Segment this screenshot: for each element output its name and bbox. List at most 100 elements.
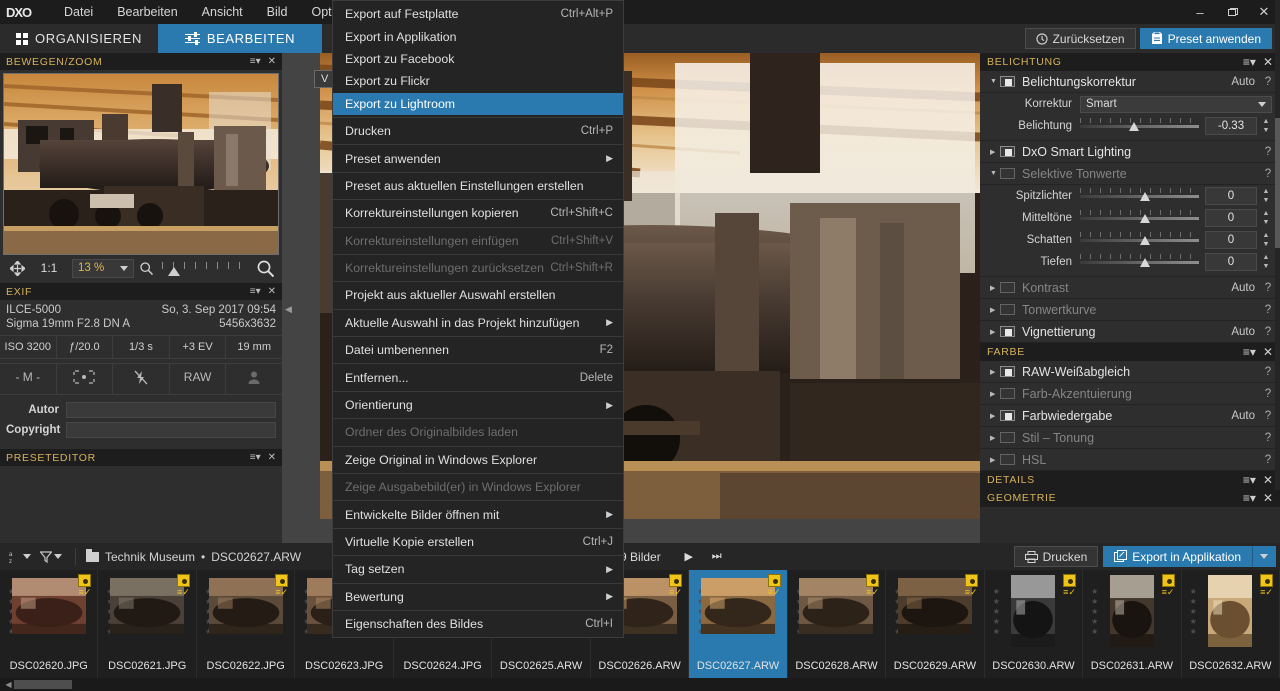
tool-row-belichtungskorrektur[interactable]: ▼ Belichtungskorrektur Auto? — [980, 71, 1280, 93]
context-menu-item-korrektureinstellungen-kopieren[interactable]: Korrektureinstellungen kopieren Ctrl+Shif… — [333, 202, 623, 224]
help-icon[interactable]: ? — [1264, 410, 1272, 422]
section-header-belichtung[interactable]: BELICHTUNG ≡▾ ✕ — [980, 53, 1280, 71]
menu-datei[interactable]: Datei — [52, 0, 105, 24]
panel-menu-icon[interactable]: ≡▾ — [250, 452, 261, 463]
close-icon[interactable]: ✕ — [1263, 473, 1273, 487]
chevron-right-icon[interactable]: ▶ — [990, 412, 1000, 420]
value-schatten[interactable]: 0 — [1205, 231, 1257, 249]
exif-header[interactable]: EXIF ≡▾ ✕ — [0, 283, 282, 300]
spinner-down-icon[interactable]: ▼ — [1263, 263, 1270, 270]
filmstrip-thumbnail[interactable]: ★★★★★≡✓DSC02627.ARW — [689, 570, 788, 678]
filmstrip-thumbnail[interactable]: ★★★★★≡✓DSC02621.JPG — [98, 570, 197, 678]
help-icon[interactable]: ? — [1264, 388, 1272, 400]
section-header-geometrie[interactable]: GEOMETRIE ≡▾ ✕ — [980, 489, 1280, 507]
filmstrip-thumbnail[interactable]: ★★★★★≡✓DSC02622.JPG — [197, 570, 296, 678]
export-application-button[interactable]: Export in Applikation — [1103, 546, 1252, 567]
value-mittelt-ne[interactable]: 0 — [1205, 209, 1257, 227]
help-icon[interactable]: ? — [1264, 168, 1272, 180]
context-menu[interactable]: Export auf Festplatte Ctrl+Alt+P Export in… — [332, 0, 624, 639]
context-menu-item-bewertung[interactable]: Bewertung ▶ — [333, 586, 623, 608]
print-button[interactable]: Drucken — [1013, 546, 1099, 567]
toggle-checkbox-hsl[interactable] — [1000, 454, 1015, 465]
tool-row-farbwiedergabe[interactable]: ▶ Farbwiedergabe Auto? — [980, 405, 1280, 427]
filter-icon[interactable] — [37, 549, 65, 565]
panel-menu-icon[interactable]: ≡▾ — [1243, 491, 1256, 505]
help-icon[interactable]: ? — [1264, 326, 1272, 338]
chevron-right-icon[interactable]: ▶ — [990, 390, 1000, 398]
breadcrumb-file[interactable]: DSC02627.ARW — [211, 550, 301, 564]
help-icon[interactable]: ? — [1264, 146, 1272, 158]
help-icon[interactable]: ? — [1264, 76, 1272, 88]
spinner-down-icon[interactable]: ▼ — [1263, 197, 1270, 204]
spinner-down-icon[interactable]: ▼ — [1263, 219, 1270, 226]
help-icon[interactable]: ? — [1264, 454, 1272, 466]
filmstrip-thumbnail[interactable]: ★ ★ ★ ★ ★ ≡✓ DSC02632.ARW — [1182, 570, 1280, 678]
breadcrumb[interactable]: Technik Museum • DSC02627.ARW — [86, 548, 301, 564]
context-menu-item-export-zu-facebook[interactable]: Export zu Facebook — [333, 48, 623, 70]
slider-knob[interactable] — [1128, 122, 1139, 131]
filmstrip[interactable]: ★★★★★ ≡✓ DSC02620.JPG ★★★★★ ≡✓ DSC02621.JPG ★★… — [0, 570, 1280, 678]
export-dropdown-button[interactable] — [1252, 546, 1276, 567]
navigator-zoom-select[interactable]: 13 % — [72, 258, 134, 278]
nav-last-button[interactable]: ⏭ — [703, 546, 731, 568]
toggle-checkbox-belichtungskorrektur[interactable] — [1000, 76, 1015, 87]
context-menu-item-tag-setzen[interactable]: Tag setzen ▶ — [333, 558, 623, 580]
tool-row-hsl[interactable]: ▶ HSL? — [980, 449, 1280, 471]
tool-row-farb-akzentuierung[interactable]: ▶ Farb-Akzentuierung? — [980, 383, 1280, 405]
filmstrip-thumbnail[interactable]: ★★★★★≡✓DSC02620.JPG — [0, 570, 99, 678]
context-menu-item-aktuelle-auswahl-in-das-projekt-hinzuf-gen[interactable]: Aktuelle Auswahl in das Projekt hinzufüg… — [333, 312, 623, 334]
spinner-up-icon[interactable]: ▲ — [1263, 188, 1270, 195]
spinner-up-icon[interactable]: ▲ — [1263, 210, 1270, 217]
filmstrip-thumbnail[interactable]: ★★★★★≡✓DSC02628.ARW — [788, 570, 887, 678]
toggle-checkbox-selektive-tonwerte[interactable] — [1000, 168, 1015, 179]
close-icon[interactable]: ✕ — [1263, 345, 1273, 359]
tab-organisieren[interactable]: ORGANISIEREN — [0, 24, 158, 53]
spinner-up-icon[interactable]: ▲ — [1263, 254, 1270, 261]
context-menu-item-drucken[interactable]: Drucken Ctrl+P — [333, 120, 623, 142]
combo-korrektur[interactable]: Smart — [1080, 95, 1272, 113]
chevron-right-icon[interactable]: ▶ — [990, 284, 1000, 292]
preseteditor-header[interactable]: PRESETEDITOR ≡▾ ✕ — [0, 449, 282, 466]
slider-tiefen[interactable] — [1080, 252, 1199, 272]
toggle-checkbox-dxo-smart-lighting[interactable] — [1000, 146, 1015, 157]
author-input[interactable] — [66, 402, 276, 418]
section-header-details[interactable]: DETAILS ≡▾ ✕ — [980, 471, 1280, 489]
toggle-checkbox-vignettierung[interactable] — [1000, 326, 1015, 337]
chevron-right-icon[interactable]: ▶ — [990, 148, 1000, 156]
spinner-up-icon[interactable]: ▲ — [1263, 118, 1270, 125]
chevron-right-icon[interactable]: ▶ — [990, 434, 1000, 442]
help-icon[interactable]: ? — [1264, 282, 1272, 294]
spinner-schatten[interactable]: ▲ ▼ — [1260, 232, 1272, 248]
slider-spitzlichter[interactable] — [1080, 186, 1199, 206]
apply-preset-button[interactable]: Preset anwenden — [1139, 28, 1272, 49]
close-icon[interactable]: ✕ — [268, 452, 276, 463]
tool-row-vignettierung[interactable]: ▶ Vignettierung Auto? — [980, 321, 1280, 343]
chevron-right-icon[interactable]: ▶ — [990, 456, 1000, 464]
nav-next-button[interactable]: ▶ — [675, 546, 703, 568]
context-menu-item-preset-anwenden[interactable]: Preset anwenden ▶ — [333, 147, 623, 169]
spinner-down-icon[interactable]: ▼ — [1263, 241, 1270, 248]
tool-row-selektive-tonwerte[interactable]: ▼ Selektive Tonwerte? — [980, 163, 1280, 185]
minimize-button[interactable]: – — [1184, 0, 1216, 24]
zoom-out-icon[interactable] — [134, 258, 158, 278]
hand-move-icon[interactable] — [4, 258, 30, 278]
slider-mittelt-ne[interactable] — [1080, 208, 1199, 228]
bewegen-zoom-header[interactable]: BEWEGEN/ZOOM ≡▾ ✕ — [0, 53, 282, 70]
zoom-slider-knob[interactable] — [168, 267, 180, 276]
rating-stars[interactable]: ★★★★★ — [993, 588, 1000, 636]
maximize-button[interactable] — [1216, 0, 1248, 24]
slider-belichtung[interactable] — [1080, 116, 1199, 136]
filmstrip-scrollbar-thumb[interactable] — [14, 680, 72, 689]
slider-schatten[interactable] — [1080, 230, 1199, 250]
context-menu-item-export-in-applikation[interactable]: Export in Applikation — [333, 25, 623, 47]
menu-bild[interactable]: Bild — [255, 0, 300, 24]
spinner-belichtung[interactable]: ▲ ▼ — [1260, 118, 1272, 134]
context-menu-item-export-zu-flickr[interactable]: Export zu Flickr — [333, 70, 623, 92]
zoom-slider[interactable] — [162, 258, 248, 278]
context-menu-item-entwickelte-bilder-ffnen-mit[interactable]: Entwickelte Bilder öffnen mit ▶ — [333, 503, 623, 525]
spinner-up-icon[interactable]: ▲ — [1263, 232, 1270, 239]
zoom-in-icon[interactable] — [252, 258, 278, 278]
context-menu-item-export-zu-lightroom[interactable]: Export zu Lightroom — [333, 92, 623, 115]
context-menu-item-orientierung[interactable]: Orientierung ▶ — [333, 394, 623, 416]
right-panel-scrollbar-thumb[interactable] — [1275, 118, 1280, 248]
